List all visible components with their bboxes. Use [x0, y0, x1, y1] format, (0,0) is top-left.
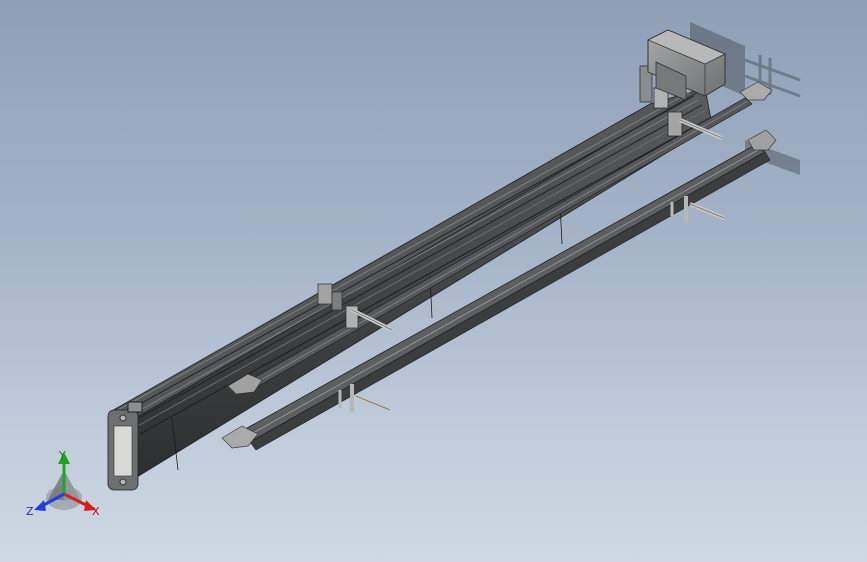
- x-axis-label: X: [92, 505, 100, 518]
- guide-rail[interactable]: [235, 97, 771, 451]
- z-axis-arrow: [34, 500, 46, 511]
- tail-end-cap[interactable]: [107, 401, 143, 491]
- conveyor-model[interactable]: [0, 0, 867, 562]
- z-axis-label: Z: [26, 505, 34, 518]
- y-axis-label: Y: [58, 449, 66, 462]
- cad-viewport[interactable]: Y Z X: [0, 0, 867, 562]
- orientation-triad[interactable]: Y Z X: [26, 448, 106, 522]
- conveyor-frame[interactable]: [109, 87, 713, 481]
